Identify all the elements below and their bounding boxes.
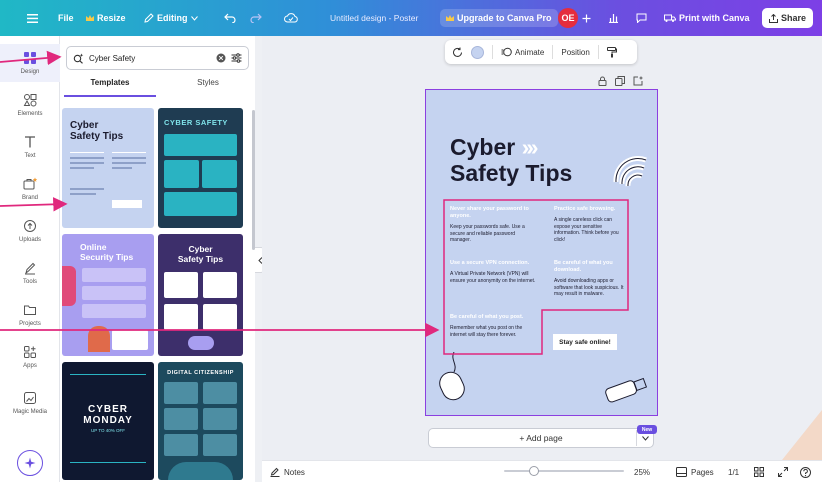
- expand-icon: [778, 467, 788, 477]
- zoom-level[interactable]: 25%: [634, 461, 650, 482]
- canva-editor-window: File Resize Editing Untitled design - Po…: [0, 0, 822, 482]
- fullscreen-button[interactable]: [778, 461, 788, 482]
- grid-view-icon: [754, 467, 764, 477]
- chevron-down-icon: [642, 435, 649, 441]
- zoom-slider-track[interactable]: [504, 470, 624, 472]
- zoom-slider-thumb[interactable]: [529, 466, 539, 476]
- add-page-button[interactable]: + Add page: [428, 428, 654, 448]
- text-group-selection-outline: [443, 199, 629, 355]
- notes-pencil-icon: [270, 467, 280, 477]
- pages-icon: [676, 467, 687, 477]
- notes-label: Notes: [284, 467, 305, 477]
- page-counter: 1/1: [728, 461, 739, 482]
- grid-view-button[interactable]: [754, 461, 764, 482]
- help-question-icon: [800, 466, 811, 478]
- page-count: 1/1: [728, 467, 740, 477]
- pages-button[interactable]: Pages: [676, 461, 714, 482]
- corner-decoration: [782, 410, 822, 460]
- pages-label: Pages: [691, 467, 714, 477]
- notes-button[interactable]: Notes: [270, 461, 305, 482]
- new-badge: New: [637, 425, 657, 434]
- zoom-value: 25%: [634, 467, 651, 477]
- help-button[interactable]: [800, 461, 811, 482]
